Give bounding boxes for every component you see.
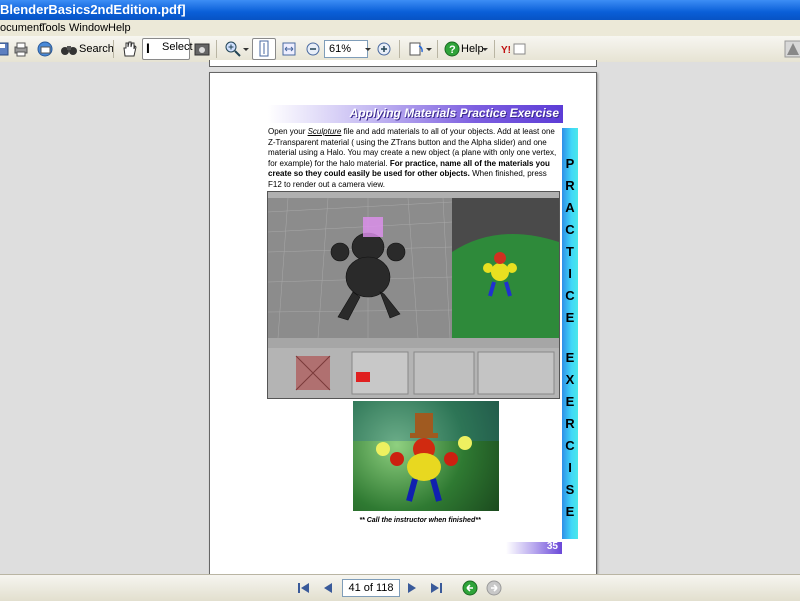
sidebar-letter: I: [568, 460, 572, 475]
toolbar-divider: [216, 40, 217, 58]
zoom-in-plus-icon[interactable]: [375, 40, 393, 58]
chevron-down-icon[interactable]: [425, 40, 433, 58]
adobe-logo-icon: [784, 40, 800, 58]
blender-screenshot-image: [268, 192, 559, 398]
page-number-badge: 35: [506, 541, 562, 554]
toolbar-divider: [399, 40, 400, 58]
sidebar-letter: E: [565, 310, 575, 325]
menu-document[interactable]: ocument: [0, 20, 42, 36]
fit-width-icon[interactable]: [280, 40, 298, 58]
save-icon[interactable]: [0, 40, 12, 58]
sidebar-letter: A: [565, 200, 575, 215]
hand-tool-icon[interactable]: [120, 40, 138, 58]
page-number-field[interactable]: 41 of 118: [342, 579, 400, 597]
sidebar-letter: T: [566, 244, 574, 259]
menu-help[interactable]: Help: [108, 20, 131, 36]
rendered-robot-image: [353, 401, 499, 511]
body-text: Open your: [268, 127, 308, 136]
previous-page-edge: [209, 60, 597, 67]
chevron-down-icon[interactable]: [364, 40, 372, 58]
sidebar-letter: E: [565, 394, 575, 409]
binoculars-icon[interactable]: [60, 40, 78, 58]
figure-caption: ** Call the instructor when finished**: [359, 517, 481, 524]
help-icon[interactable]: ?: [443, 40, 461, 58]
sidebar-letter: P: [565, 156, 575, 171]
sidebar-letter: R: [565, 416, 575, 431]
zoom-in-icon[interactable]: [224, 40, 242, 58]
toolbar-divider: [113, 40, 114, 58]
blender-screenshot-figure: [267, 191, 560, 399]
page-number: 35: [546, 541, 558, 552]
section-heading: Applying Materials Practice Exercise: [268, 105, 563, 123]
go-back-icon[interactable]: [462, 580, 478, 596]
sculpture-reference: Sculpture: [307, 127, 342, 136]
menu-window[interactable]: Window: [69, 20, 108, 36]
menu-tools[interactable]: Tools: [40, 20, 66, 36]
document-page: Applying Materials Practice Exercise Ope…: [209, 72, 597, 576]
first-page-icon[interactable]: [296, 580, 312, 596]
zoom-level-field[interactable]: 61%: [324, 40, 368, 58]
menu-bar: ocument Tools Window Help: [0, 20, 800, 36]
fit-page-button[interactable]: [252, 38, 276, 60]
sidebar-letter: S: [565, 482, 575, 497]
zoom-out-icon[interactable]: [304, 40, 322, 58]
yahoo-toolbar-icon[interactable]: Y!: [501, 40, 527, 58]
sidebar-letter: E: [565, 350, 575, 365]
search-button[interactable]: Search: [79, 39, 114, 59]
sidebar-letter: C: [565, 438, 575, 453]
toolbar: Search I Select 61% ? Help Y!: [0, 36, 800, 63]
navigation-bar: 41 of 118: [0, 574, 800, 601]
document-viewer[interactable]: Applying Materials Practice Exercise Ope…: [0, 60, 800, 576]
select-tool-button[interactable]: I Select: [142, 38, 193, 60]
sidebar-letter: X: [565, 372, 575, 387]
sidebar-letter: C: [565, 288, 575, 303]
last-page-icon[interactable]: [428, 580, 444, 596]
sidebar-letter: R: [565, 178, 575, 193]
sidebar-letter: E: [565, 504, 575, 519]
fit-page-icon: [259, 40, 269, 57]
svg-text:?: ?: [449, 44, 456, 56]
next-page-icon[interactable]: [404, 580, 420, 596]
svg-text:Y!: Y!: [501, 45, 511, 56]
toolbar-divider: [437, 40, 438, 58]
select-label: Select: [162, 41, 193, 53]
rotate-page-icon[interactable]: [407, 40, 425, 58]
toolbar-divider: [494, 40, 495, 58]
text-cursor-icon: I: [146, 40, 150, 56]
email-icon[interactable]: [36, 40, 54, 58]
practice-exercise-sidebar: P R A C T I C E E X E R C I S E: [562, 128, 578, 539]
window-titlebar: BlenderBasics2ndEdition.pdf]: [0, 0, 800, 20]
sidebar-letter: C: [565, 222, 575, 237]
robot-render-graphic: [353, 401, 499, 502]
chevron-down-icon[interactable]: [481, 40, 489, 58]
section-heading-text: Applying Materials Practice Exercise: [349, 106, 559, 120]
print-icon[interactable]: [12, 40, 30, 58]
instructions-paragraph: Open your Sculpture file and add materia…: [268, 127, 558, 190]
window-title: BlenderBasics2ndEdition.pdf]: [0, 2, 186, 17]
previous-page-icon[interactable]: [320, 580, 336, 596]
go-forward-icon[interactable]: [486, 580, 502, 596]
snapshot-icon[interactable]: [193, 40, 211, 58]
sidebar-letter: I: [568, 266, 572, 281]
chevron-down-icon[interactable]: [242, 40, 250, 58]
